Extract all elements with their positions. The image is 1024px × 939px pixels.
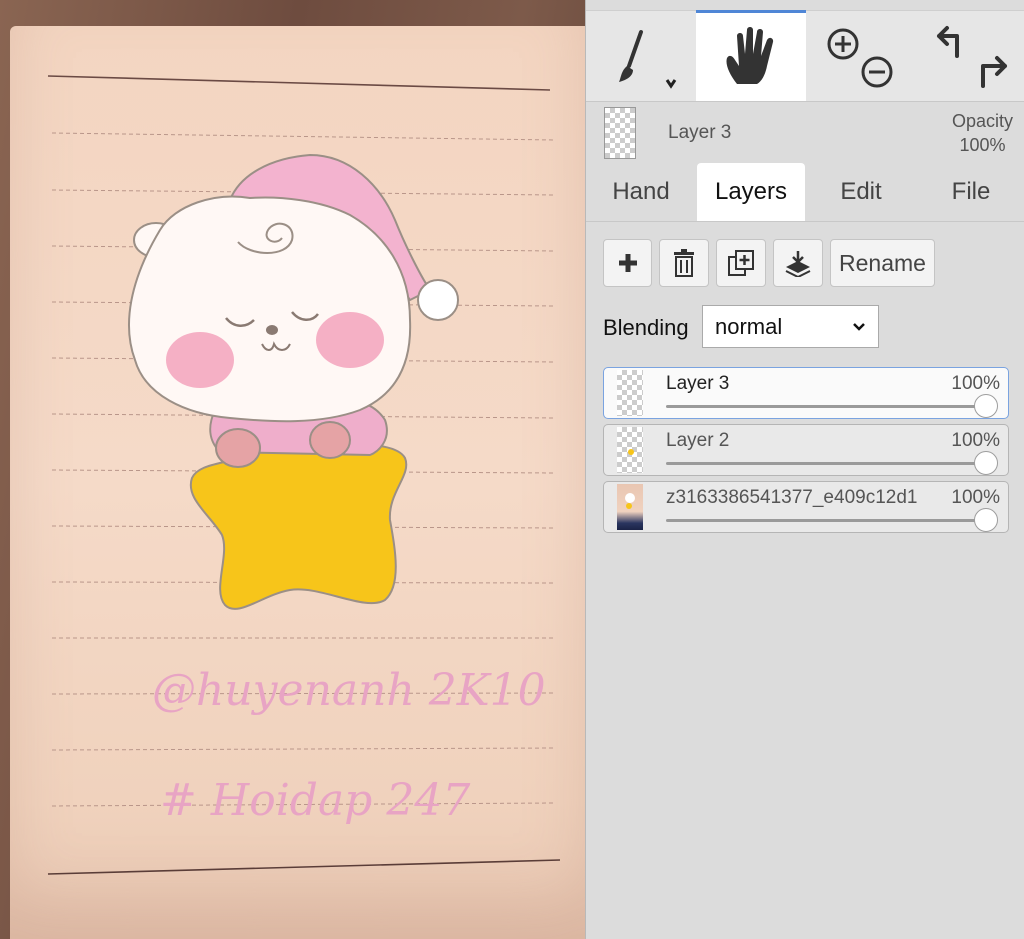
add-layer-button[interactable] [603,239,652,287]
opacity-value: 100% [959,135,1006,155]
opacity-slider-knob[interactable] [974,394,998,418]
layer-row-photo[interactable]: z3163386541377_e409c12d1 100% [603,481,1009,533]
tab-edit[interactable]: Edit [806,163,916,221]
panel-tabs: Hand Layers Edit File [586,163,1024,222]
toolbar [586,10,1024,102]
brush-icon [619,29,677,89]
tab-hand[interactable]: Hand [586,163,696,221]
layer-opacity: 100% [949,373,1000,395]
blending-mode-select[interactable]: normal [702,305,879,348]
right-blush [316,312,384,368]
current-layer-name: Layer 3 [668,122,732,143]
opacity-label: Opacity [951,111,1013,131]
merge-down-button[interactable] [773,239,823,287]
left-paw [215,428,261,468]
paper-top-line [47,75,551,91]
tab-file[interactable]: File [916,163,1024,221]
opacity-slider-track[interactable] [666,519,986,522]
canvas-artwork: @huyenanh 2K10 # Hoidap 247 [47,75,561,875]
blending-label: Blending [603,315,689,340]
opacity-slider-knob[interactable] [974,508,998,532]
zoom-tool-button[interactable] [806,11,914,100]
layer-name: Layer 3 [666,373,730,394]
blending-mode-value: normal [715,313,783,339]
hand-icon [726,27,774,84]
drawing-canvas[interactable]: @huyenanh 2K10 # Hoidap 247 [0,0,585,939]
trash-icon [674,249,694,277]
current-layer-header: Layer 3 Opacity 100% [586,101,1024,163]
layer-name: Layer 2 [666,430,730,451]
hat-pompom [417,279,459,321]
merge-down-icon [785,251,811,277]
zoom-icon [827,28,893,87]
handwriting-line1: @huyenanh 2K10 [152,665,546,716]
layer-thumbnail [617,484,643,530]
layer-row-layer-3[interactable]: Layer 3 100% [603,367,1009,419]
duplicate-icon [728,250,754,276]
tools-panel: Layer 3 Opacity 100% Hand Layers Edit Fi… [585,0,1024,939]
chevron-down-icon [853,323,865,331]
bear-head [128,195,412,423]
star-dot-icon [628,449,634,455]
tab-layers[interactable]: Layers [697,163,805,221]
opacity-readout: Opacity 100% [952,109,1013,157]
hand-tool-button[interactable] [696,10,806,101]
opacity-slider-knob[interactable] [974,451,998,475]
handwriting-line2: # Hoidap 247 [160,775,470,826]
opacity-slider-track[interactable] [666,405,986,408]
layer-name: z3163386541377_e409c12d1 [666,487,918,508]
duplicate-layer-button[interactable] [716,239,766,287]
layer-opacity: 100% [949,430,1000,452]
photo-thumbnail-icon [625,493,635,509]
undo-redo-button[interactable] [914,11,1024,100]
opacity-slider-track[interactable] [666,462,986,465]
delete-layer-button[interactable] [659,239,709,287]
right-paw [309,421,351,459]
plus-icon [618,254,637,272]
bear-nose [266,325,278,335]
layer-opacity: 100% [949,487,1000,509]
layer-thumbnail [617,370,643,416]
paper-bottom-line [47,859,561,875]
layer-thumbnail [617,427,643,473]
rename-layer-button[interactable]: Rename [830,239,935,287]
brush-tool-button[interactable] [586,11,696,100]
layer-row-layer-2[interactable]: Layer 2 100% [603,424,1009,476]
current-layer-thumbnail [604,107,636,159]
undo-redo-icon [936,25,1007,88]
left-blush [166,332,234,388]
